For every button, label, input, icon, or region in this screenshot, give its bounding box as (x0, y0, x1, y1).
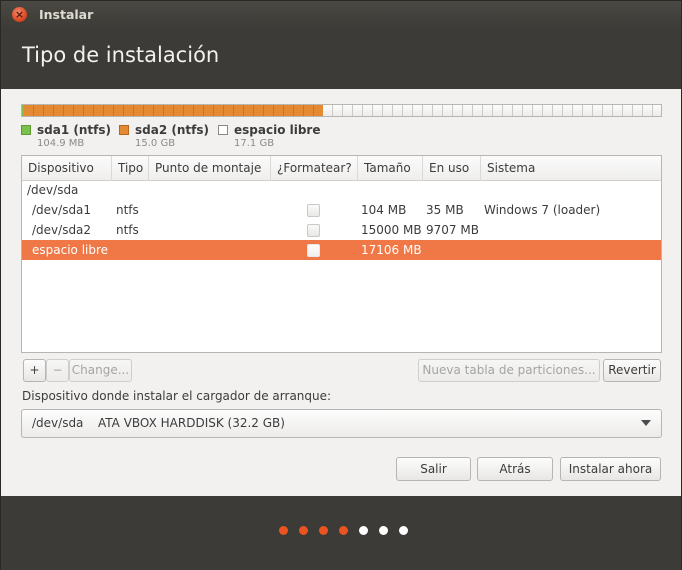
close-icon[interactable]: × (12, 7, 27, 22)
cell-system: Windows 7 (loader) (484, 203, 601, 217)
partition-legend: sda1 (ntfs) 104.9 MB sda2 (ntfs) 15.0 GB… (21, 123, 621, 153)
progress-dot (299, 526, 308, 535)
table-header: Dispositivo Tipo Punto de montaje ¿Forma… (22, 156, 661, 181)
bootloader-label: Dispositivo donde instalar el cargador d… (22, 389, 332, 403)
change-partition-button[interactable]: Change... (69, 359, 132, 382)
cell-used: 35 MB (426, 203, 464, 217)
add-partition-button[interactable]: + (23, 359, 46, 382)
progress-dot (359, 526, 368, 535)
column-header-used[interactable]: En uso (423, 156, 481, 181)
column-header-mount[interactable]: Punto de montaje (149, 156, 271, 181)
table-row-selected[interactable]: espacio libre 17106 MB (22, 240, 661, 260)
legend-size: 15.0 GB (135, 138, 176, 149)
column-header-format[interactable]: ¿Formatear? (271, 156, 358, 181)
cell-device: espacio libre (32, 243, 109, 257)
legend-swatch-green (21, 125, 31, 135)
cell-device: /dev/sda2 (32, 223, 92, 237)
progress-dot (279, 526, 288, 535)
cell-size: 17106 MB (361, 243, 422, 257)
format-checkbox[interactable] (307, 224, 320, 237)
table-row[interactable]: /dev/sda2 ntfs 15000 MB 9707 MB (22, 220, 661, 240)
install-now-button[interactable]: Instalar ahora (560, 457, 661, 481)
progress-dot (399, 526, 408, 535)
back-button[interactable]: Atrás (477, 457, 553, 481)
cell-used: 9707 MB (426, 223, 479, 237)
bootloader-disk: ATA VBOX HARDDISK (32.2 GB) (98, 416, 285, 430)
legend-name: sda1 (ntfs) (37, 123, 111, 137)
bootloader-device: /dev/sda (32, 416, 84, 430)
title-bar: × Instalar (1, 1, 681, 29)
cell-device: /dev/sda1 (32, 203, 92, 217)
cell-type: ntfs (116, 223, 139, 237)
cell-size: 15000 MB (361, 223, 422, 237)
installer-window: × Instalar Tipo de instalación sda1 (ntf… (0, 0, 682, 570)
progress-footer (1, 496, 681, 570)
main-content: sda1 (ntfs) 104.9 MB sda2 (ntfs) 15.0 GB… (1, 89, 681, 496)
revert-button[interactable]: Revertir (603, 359, 661, 382)
cell-device: /dev/sda (27, 183, 79, 197)
column-header-type[interactable]: Tipo (112, 156, 149, 181)
legend-name: espacio libre (234, 123, 321, 137)
column-header-device[interactable]: Dispositivo (22, 156, 112, 181)
new-partition-table-button[interactable]: Nueva tabla de particiones... (418, 359, 600, 382)
chevron-down-icon (641, 420, 651, 426)
partition-bar-free (323, 105, 661, 116)
progress-dot (379, 526, 388, 535)
bootloader-device-select[interactable]: /dev/sda ATA VBOX HARDDISK (32.2 GB) (21, 409, 662, 438)
column-header-size[interactable]: Tamaño (358, 156, 423, 181)
progress-dot (319, 526, 328, 535)
table-row[interactable]: /dev/sda1 ntfs 104 MB 35 MB Windows 7 (l… (22, 200, 661, 220)
partition-bar-sda2 (24, 105, 323, 116)
partition-table[interactable]: Dispositivo Tipo Punto de montaje ¿Forma… (21, 155, 662, 353)
remove-partition-button[interactable]: − (46, 359, 69, 382)
legend-swatch-white (218, 125, 228, 135)
quit-button[interactable]: Salir (396, 457, 471, 481)
legend-swatch-orange (119, 125, 129, 135)
progress-dot (339, 526, 348, 535)
table-row[interactable]: /dev/sda (22, 180, 661, 200)
cell-size: 104 MB (361, 203, 407, 217)
partition-bar (21, 104, 662, 117)
format-checkbox[interactable] (307, 204, 320, 217)
legend-size: 104.9 MB (37, 138, 85, 149)
page-title: Tipo de instalación (22, 43, 220, 67)
page-header: Tipo de instalación (1, 29, 681, 89)
legend-size: 17.1 GB (234, 138, 275, 149)
cell-type: ntfs (116, 203, 139, 217)
legend-name: sda2 (ntfs) (135, 123, 209, 137)
window-title: Instalar (39, 7, 94, 22)
column-header-system[interactable]: Sistema (481, 156, 663, 181)
format-checkbox[interactable] (307, 244, 320, 257)
